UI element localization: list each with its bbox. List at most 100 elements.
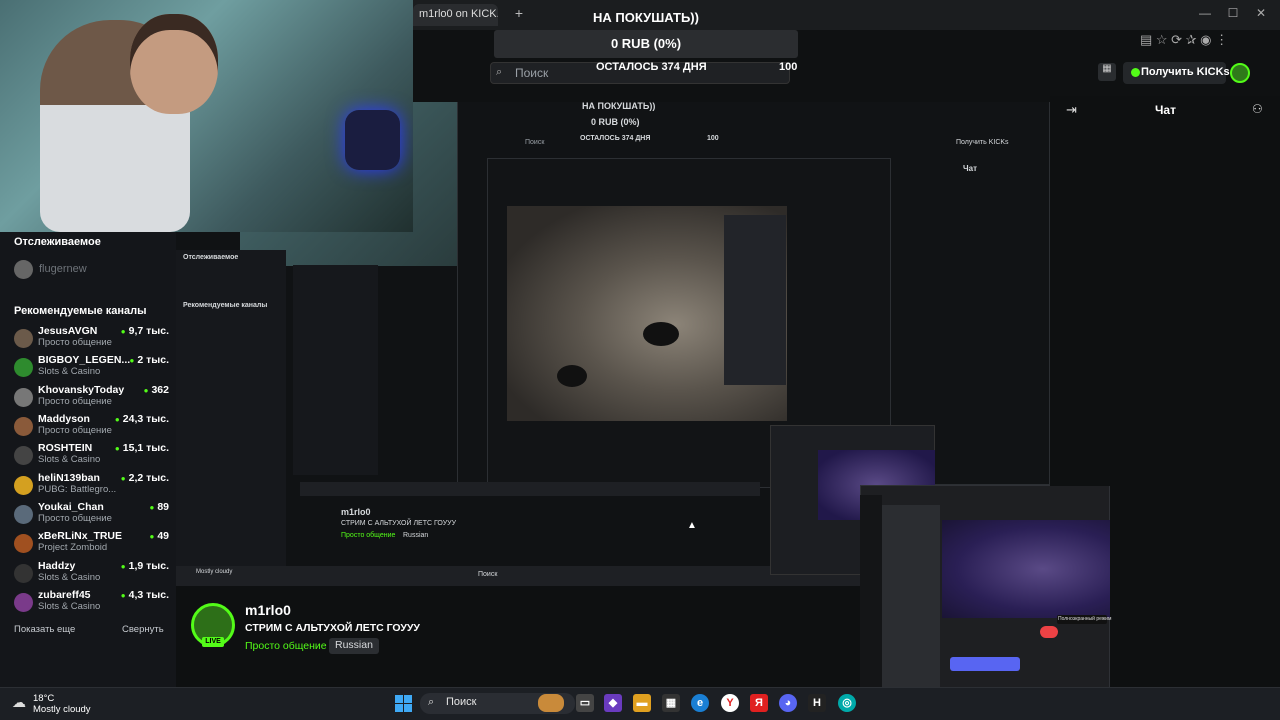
viewer-count: 89 (149, 501, 169, 513)
discord-server-bar[interactable] (860, 495, 882, 700)
discord-icon[interactable]: ◕ (779, 694, 797, 712)
collapse-link[interactable]: Свернуть (122, 624, 164, 635)
search-icon: ⌕ (496, 66, 503, 78)
channel-name: xBeRLiNx_TRUE (38, 530, 123, 542)
discord-action-button[interactable] (950, 657, 1020, 671)
webcam-person-head (130, 14, 218, 114)
yandex-icon[interactable]: Я (750, 694, 768, 712)
viewer-count: 15,1 тыс. (115, 442, 169, 454)
sidebar-channel[interactable]: xBeRLiNx_TRUEProject Zomboid 49 (14, 530, 169, 558)
nested-chat-title: Чат (963, 164, 977, 173)
show-more-link[interactable]: Показать еще (14, 624, 75, 635)
sidebar-channel[interactable]: BIGBOY_LEGEN...Slots & Casino 2 тыс. (14, 354, 169, 382)
avatar (14, 534, 33, 553)
viewer-count: 362 (144, 384, 169, 396)
channel-category: Slots & Casino (38, 454, 101, 465)
channel-name: JesusAVGN (38, 325, 98, 337)
nested-goal-percent: 100 (707, 135, 719, 142)
recommended-title: Рекомендуемые каналы (14, 305, 147, 317)
goal-title: НА ПОКУШАТЬ)) (593, 10, 699, 25)
mouse-cursor-icon: ▲ (687, 520, 697, 531)
weather-temperature[interactable]: 18°C (33, 693, 54, 704)
nested-goal-remaining: ОСТАЛОСЬ 374 ДНЯ (580, 135, 651, 142)
channel-category: Slots & Casino (38, 572, 101, 583)
webcam-overlay (0, 0, 413, 232)
sidebar-channel[interactable]: MaddysonПросто общение24,3 тыс. (14, 413, 169, 441)
streamer-name[interactable]: m1rlo0 (245, 602, 291, 618)
collapse-chat-icon[interactable]: ⇥ (1066, 102, 1077, 118)
minimize-icon[interactable]: — (1197, 6, 1213, 20)
nested-stream-language: Russian (403, 532, 429, 539)
goal-amount: 0 RUB (0%) (610, 36, 682, 51)
followed-channel[interactable]: flugernew (39, 263, 87, 275)
channel-name: ROSHTEIN (38, 442, 93, 454)
weather-condition[interactable]: Mostly cloudy (33, 704, 91, 715)
avatar (14, 358, 33, 377)
channel-name: Youkai_Chan (38, 501, 104, 513)
discord-channel-list[interactable] (882, 505, 940, 700)
viewer-count: 9,7 тыс. (121, 325, 169, 337)
close-icon[interactable]: ✕ (1253, 6, 1269, 20)
channel-name: KhovanskyToday (38, 384, 125, 396)
nested-taskbar-search: Поиск (478, 571, 498, 578)
viewer-count: 2,2 тыс. (121, 472, 169, 484)
viewer-count: 49 (149, 530, 169, 542)
goal-percent: 100 (779, 61, 798, 73)
nested-sidebar-2 (293, 265, 378, 475)
channel-category: Slots & Casino (38, 601, 101, 612)
nested-sidebar (176, 250, 286, 570)
chat-title: Чат (1155, 103, 1176, 117)
sidebar-channel[interactable]: HaddzySlots & Casino 1,9 тыс. (14, 560, 169, 588)
kicks-icon (1131, 68, 1140, 77)
webcam-microphone (345, 110, 400, 170)
channel-name: zubareff45 (38, 589, 91, 601)
avatar (14, 476, 33, 495)
sidebar-channel[interactable]: Youkai_ChanПросто общение 89 (14, 501, 169, 529)
live-badge: LIVE (202, 637, 224, 647)
nested-streamer-name: m1rlo0 (341, 507, 371, 517)
widget-icon[interactable] (538, 694, 564, 712)
yandex-browser-icon[interactable]: Y (721, 694, 739, 712)
chat-users-icon[interactable]: ⚇ (1252, 102, 1263, 116)
viewer-count: 4,3 тыс. (121, 589, 169, 601)
avatar (14, 417, 33, 436)
search-icon: ⌕ (428, 696, 435, 708)
app-h-icon[interactable]: H (808, 694, 826, 712)
sidebar-channel[interactable]: JesusAVGNПросто общение 9,7 тыс. (14, 325, 169, 353)
store-icon[interactable]: ▦ (662, 694, 680, 712)
folder-icon[interactable]: ▬ (633, 694, 651, 712)
app-icon[interactable]: ◆ (604, 694, 622, 712)
channel-category: PUBG: Battlegro... (38, 484, 117, 495)
toolbar-icons[interactable]: ▤ ☆ ⟳ ✰ ◉ ⋮ (1140, 32, 1228, 48)
nested-recommended-title: Рекомендуемые каналы (183, 302, 268, 309)
channel-name: Maddyson (38, 413, 90, 425)
nested-goal-amount: 0 RUB (0%) (591, 117, 640, 127)
edge-icon[interactable]: e (691, 694, 709, 712)
nested-get-kicks: Получить KICKs (956, 139, 1009, 146)
user-avatar[interactable] (1230, 63, 1250, 83)
viewer-count: 24,3 тыс. (115, 413, 169, 425)
sidebar-channel[interactable]: KhovanskyTodayПросто общение 362 (14, 384, 169, 412)
weather-icon[interactable]: ☁ (12, 694, 26, 711)
channel-name: Haddzy (38, 560, 76, 572)
stream-language-tag[interactable]: Russian (329, 638, 379, 654)
nested-stream-title: СТРИМ С АЛЬТУХОЙ ЛЕТС ГОУУУ (341, 520, 457, 527)
avatar (14, 329, 33, 348)
sidebar-channel[interactable]: heliN139banPUBG: Battlegro... 2,2 тыс. (14, 472, 169, 500)
stream-category[interactable]: Просто общение (245, 640, 327, 652)
discord-video-feed[interactable] (942, 520, 1110, 618)
maximize-icon[interactable]: ☐ (1225, 6, 1241, 20)
sidebar-channel[interactable]: ROSHTEINSlots & Casino 15,1 тыс. (14, 442, 169, 470)
avatar[interactable] (14, 260, 33, 279)
channel-category: Просто общение (38, 513, 112, 524)
task-view-icon[interactable]: ▭ (576, 694, 594, 712)
browser-icon[interactable]: ◎ (838, 694, 856, 712)
cat-eye (643, 322, 679, 346)
discord-hangup-button[interactable] (1040, 626, 1058, 638)
start-icon[interactable] (395, 695, 412, 712)
sidebar-channel[interactable]: zubareff45Slots & Casino 4,3 тыс. (14, 589, 169, 617)
gift-icon[interactable]: ▦ (1098, 63, 1116, 81)
nested-taskbar (176, 566, 860, 586)
browser-tab[interactable]: m1rlo0 on KICK.com | Kick (413, 4, 498, 26)
nested-taskbar (300, 482, 760, 496)
